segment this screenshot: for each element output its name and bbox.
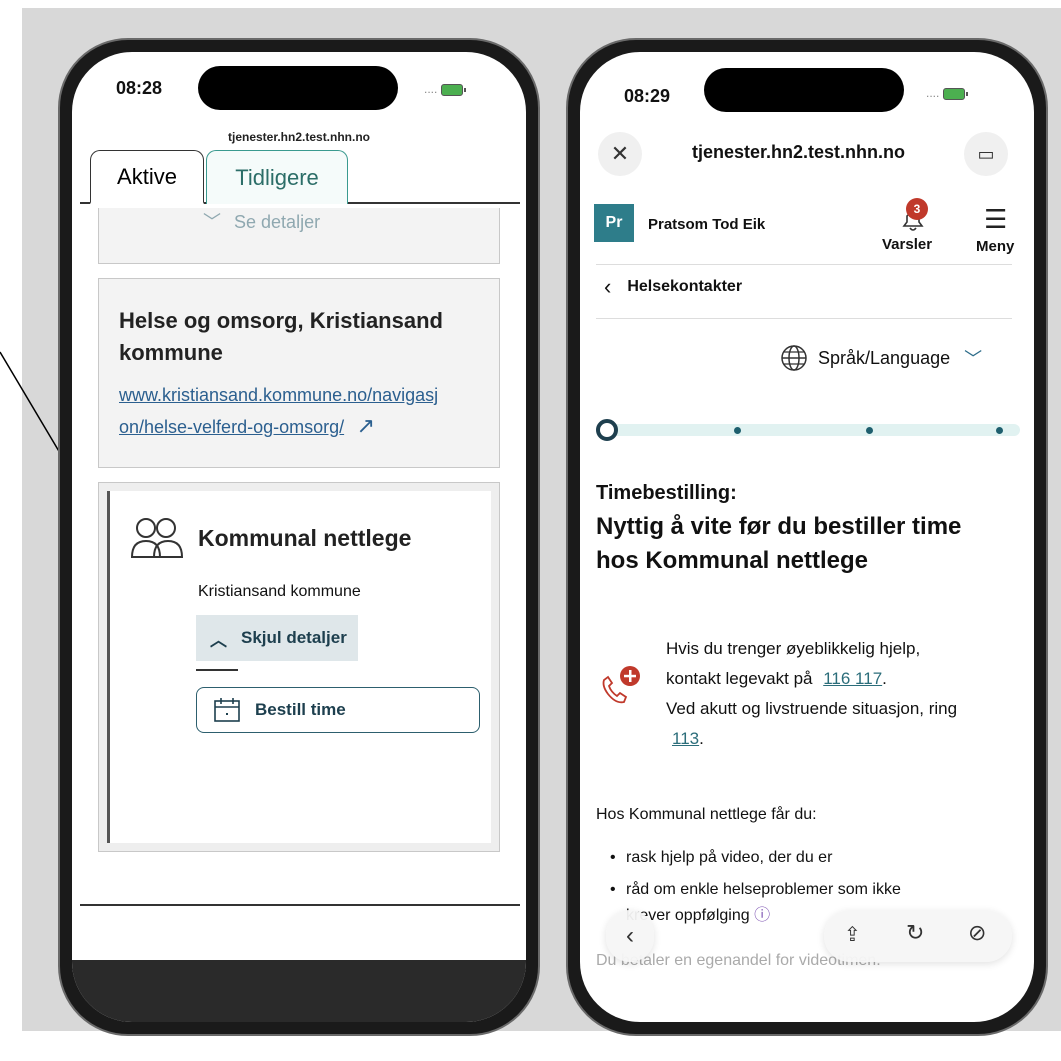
skjul-detaljer-label: Skjul detaljer bbox=[241, 628, 347, 647]
calendar-icon bbox=[214, 698, 240, 722]
info-line-2: kontakt legevakt på 116 117. bbox=[666, 664, 1026, 694]
link-line-2[interactable]: on/helse-velferd-og-omsorg/ bbox=[119, 411, 344, 443]
url-bar[interactable]: tjenester.hn2.test.nhn.no bbox=[692, 142, 905, 163]
chevron-left-icon: ‹ bbox=[626, 922, 634, 949]
notification-badge: 3 bbox=[906, 198, 928, 220]
list-item: • rask hjelp på video, der du er bbox=[610, 849, 833, 866]
back-divider bbox=[596, 318, 1012, 319]
left-phone-screen: 08:28 .... tjenester.hn2.test.nhn.no Akt… bbox=[72, 52, 526, 1022]
bestill-time-button[interactable]: Bestill time bbox=[196, 687, 480, 733]
page-divider bbox=[80, 904, 520, 906]
benefits-heading: Hos Kommunal nettlege får du: bbox=[596, 806, 817, 823]
browser-back-button[interactable]: ‹ bbox=[606, 910, 654, 962]
avatar[interactable]: Pr bbox=[594, 204, 634, 242]
tab-tidligere[interactable]: Tidligere bbox=[206, 150, 348, 204]
dynamic-island bbox=[198, 66, 398, 110]
legevakt-number-link[interactable]: 116 117 bbox=[823, 669, 882, 688]
notifications-button[interactable]: 3 Varsler bbox=[882, 198, 942, 260]
page-title: Nyttig å vite før du bestiller time hos … bbox=[596, 510, 961, 578]
meny-label: Meny bbox=[976, 238, 1015, 255]
status-time: 08:29 bbox=[624, 86, 671, 106]
user-name[interactable]: Pratsom Tod Eik bbox=[648, 216, 765, 233]
nettlege-card-inner: Kommunal nettlege Kristiansand kommune ︿… bbox=[107, 491, 491, 843]
back-link-label: Helsekontakter bbox=[627, 278, 743, 295]
chevron-up-icon: ︿ bbox=[210, 630, 227, 650]
divider bbox=[196, 669, 238, 671]
url-bar[interactable]: tjenester.hn2.test.nhn.no bbox=[72, 130, 526, 144]
external-link-icon: ↗ bbox=[356, 413, 375, 438]
doctors-icon bbox=[130, 518, 184, 558]
signal-dots: .... bbox=[926, 86, 940, 100]
progress-step-4 bbox=[996, 427, 1003, 434]
menu-button[interactable]: ☰ Meny bbox=[974, 200, 1024, 260]
helse-card-link[interactable]: www.kristiansand.kommune.no/navigasj on/… bbox=[119, 379, 438, 443]
progress-step-1-current bbox=[596, 419, 618, 441]
dynamic-island bbox=[704, 68, 904, 112]
chevron-left-icon: ‹ bbox=[604, 274, 612, 299]
right-phone-screen: 08:29 .... ✕ tjenester.hn2.test.nhn.no ▭… bbox=[580, 52, 1034, 1022]
chevron-down-icon: ﹀ bbox=[203, 212, 221, 232]
info-line-2-prefix: kontakt legevakt på bbox=[666, 669, 813, 688]
progress-step-2 bbox=[734, 427, 741, 434]
nettlege-title: Kommunal nettlege bbox=[198, 525, 412, 551]
info-line-3: Ved akutt og livstruende situasjon, ring bbox=[666, 699, 958, 718]
heading-small: Timebestilling: bbox=[596, 482, 737, 504]
reader-mode-icon[interactable]: ▭ bbox=[964, 132, 1008, 176]
link-line-1[interactable]: www.kristiansand.kommune.no/navigasj bbox=[119, 379, 438, 411]
reload-icon[interactable]: ↻ bbox=[906, 920, 924, 946]
nettlege-card: Kommunal nettlege Kristiansand kommune ︿… bbox=[98, 482, 500, 852]
globe-icon bbox=[781, 345, 807, 371]
info-line-4: 113. bbox=[666, 724, 1026, 754]
emergency-number-link[interactable]: 113 bbox=[672, 729, 699, 748]
collapsed-card: ﹀ Se detaljer bbox=[98, 208, 500, 264]
benefit-text: råd om enkle helseproblemer som ikke bbox=[626, 881, 901, 898]
helse-card: Helse og omsorg, Kristiansand kommune ww… bbox=[98, 278, 500, 468]
browser-actions-bar: ⇪ ↻ ⊘ bbox=[824, 910, 1012, 962]
skjul-detaljer-button[interactable]: ︿ Skjul detaljer bbox=[196, 615, 358, 661]
info-line-4-suffix: . bbox=[699, 729, 704, 748]
chevron-down-icon: ﹀ bbox=[964, 349, 983, 369]
help-icon[interactable]: ⓘ bbox=[754, 907, 770, 924]
benefit-text: rask hjelp på video, der du er bbox=[626, 849, 833, 866]
info-line-1: Hvis du trenger øyeblikkelig hjelp, bbox=[666, 639, 921, 658]
page-title-line-2: hos Kommunal nettlege bbox=[596, 547, 869, 574]
status-indicators: .... bbox=[424, 82, 467, 96]
list-item: • råd om enkle helseproblemer som ikke bbox=[610, 881, 901, 898]
tab-aktive[interactable]: Aktive bbox=[90, 150, 204, 204]
header-divider bbox=[596, 264, 1012, 265]
info-line-2-suffix: . bbox=[882, 669, 887, 688]
back-link[interactable]: ‹ Helsekontakter bbox=[604, 274, 742, 300]
varsler-label: Varsler bbox=[882, 236, 933, 253]
status-time: 08:28 bbox=[116, 78, 163, 98]
progress-track bbox=[600, 424, 1020, 436]
compass-icon[interactable]: ⊘ bbox=[968, 920, 986, 946]
battery-icon bbox=[441, 83, 467, 96]
language-selector[interactable]: Språk/Language ﹀ bbox=[780, 344, 982, 372]
se-detaljer-toggle[interactable]: ﹀ Se detaljer bbox=[203, 208, 320, 234]
bestill-time-label: Bestill time bbox=[255, 700, 346, 719]
hamburger-icon: ☰ bbox=[984, 204, 1008, 234]
close-icon[interactable]: ✕ bbox=[598, 132, 642, 176]
status-indicators: .... bbox=[926, 86, 969, 100]
share-icon[interactable]: ⇪ bbox=[844, 922, 861, 947]
phone-emergency-icon bbox=[602, 666, 640, 704]
nettlege-subtitle: Kristiansand kommune bbox=[198, 583, 361, 600]
language-label: Språk/Language bbox=[818, 347, 951, 368]
info-text: Hvis du trenger øyeblikkelig hjelp, kont… bbox=[666, 634, 1026, 754]
bottom-toolbar bbox=[72, 960, 526, 1022]
signal-dots: .... bbox=[424, 82, 438, 96]
battery-icon bbox=[943, 87, 969, 100]
helse-card-title: Helse og omsorg, Kristiansand kommune bbox=[119, 308, 443, 365]
progress-step-3 bbox=[866, 427, 873, 434]
page-title-line-1: Nyttig å vite før du bestiller time bbox=[596, 513, 962, 540]
